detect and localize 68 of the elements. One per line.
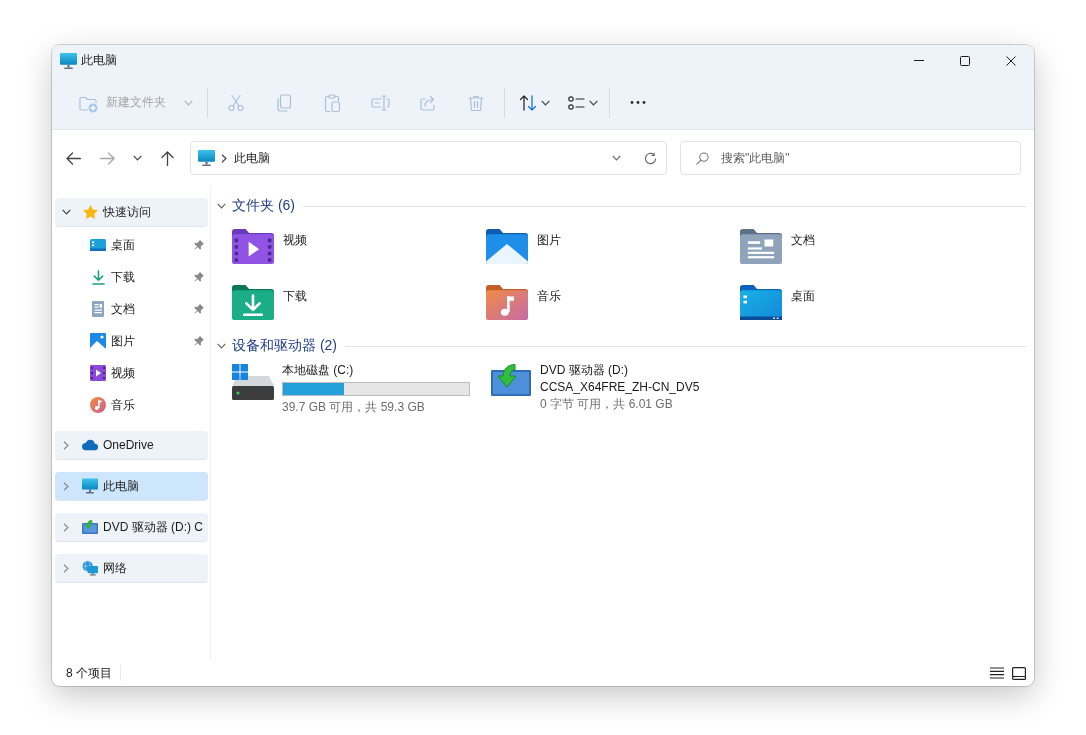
square-icon [1012, 666, 1026, 680]
search-field[interactable]: 搜索"此电脑" [680, 141, 1021, 175]
folder-item[interactable]: 视频 [232, 224, 315, 269]
folder-item[interactable]: 音乐 [486, 280, 569, 325]
hard-drive-icon [232, 364, 274, 400]
chevron-down-icon [132, 155, 142, 161]
star-icon [82, 205, 98, 219]
maximize-icon [960, 55, 970, 66]
folder-item[interactable]: 图片 [486, 224, 569, 269]
sidebar-item[interactable]: 桌面 [55, 231, 208, 259]
picture-icon [90, 333, 106, 349]
window-title: 此电脑 [81, 52, 117, 69]
document-icon [92, 301, 104, 317]
refresh-icon [643, 151, 657, 165]
chevron-down-icon [611, 155, 621, 161]
folder-item[interactable]: 下载 [232, 280, 315, 325]
sidebar-item[interactable]: 文档 [55, 295, 208, 323]
sidebar-item[interactable]: 音乐 [55, 391, 208, 419]
monitor-icon [82, 478, 98, 494]
download-folder-icon [232, 285, 274, 320]
breadcrumb-item[interactable]: 此电脑 [234, 147, 270, 169]
sidebar-item[interactable]: OneDrive [55, 431, 208, 460]
document-folder-icon [740, 229, 782, 264]
volume-label: CCSA_X64FRE_ZH-CN_DV5 [540, 379, 700, 396]
list-lines-icon [990, 667, 1004, 679]
disc-drive-icon [491, 364, 531, 396]
drive-name: 本地磁盘 (C:) [282, 362, 354, 379]
cloud-icon [82, 439, 98, 451]
more-icon [630, 101, 646, 104]
download-arrow-icon [91, 269, 105, 285]
sidebar-item[interactable]: 快速访问 [55, 198, 208, 227]
sidebar-item[interactable]: 下载 [55, 263, 208, 291]
disc-drive-icon [82, 520, 98, 534]
sidebar-item[interactable]: 此电脑 [55, 472, 208, 501]
section-header[interactable]: 文件夹 (6) [217, 197, 295, 215]
sidebar-item[interactable]: 网络 [55, 554, 208, 583]
section-header[interactable]: 设备和驱动器 (2) [217, 337, 337, 355]
video-folder-icon [232, 229, 274, 264]
storage-space-text: 0 字节 可用，共 6.01 GB [540, 396, 673, 413]
sidebar-item[interactable]: 图片 [55, 327, 208, 355]
folder-item[interactable]: 文档 [740, 224, 823, 269]
arrow-up-icon [160, 150, 174, 166]
sidebar-item[interactable]: 视频 [55, 359, 208, 387]
address-bar[interactable]: 此电脑 [190, 141, 667, 175]
close-icon [1006, 55, 1016, 66]
picture-folder-icon [486, 229, 528, 264]
arrow-left-icon [65, 151, 81, 165]
scissors-icon [226, 92, 246, 113]
monitor-icon [198, 150, 215, 166]
rename-icon [370, 92, 390, 113]
item-count: 8 个项目 [66, 664, 112, 682]
desktop-folder-icon [740, 285, 782, 320]
search-icon [696, 152, 709, 165]
sidebar-item[interactable]: DVD 驱动器 (D:) C [55, 513, 208, 542]
monitor-icon [60, 52, 77, 69]
film-icon [90, 365, 106, 381]
music-note-icon [90, 397, 106, 413]
minimize-icon [914, 60, 924, 61]
drive-name: DVD 驱动器 (D:) [540, 362, 628, 379]
arrow-right-icon [99, 151, 115, 165]
copy-icon [274, 92, 294, 113]
chevron-right-icon [221, 153, 227, 163]
network-icon [82, 560, 98, 576]
storage-space-text: 39.7 GB 可用，共 59.3 GB [282, 399, 425, 416]
desktop-icon [90, 239, 106, 251]
clipboard-icon [322, 92, 342, 113]
music-folder-icon [486, 285, 528, 320]
folder-item[interactable]: 桌面 [740, 280, 823, 325]
